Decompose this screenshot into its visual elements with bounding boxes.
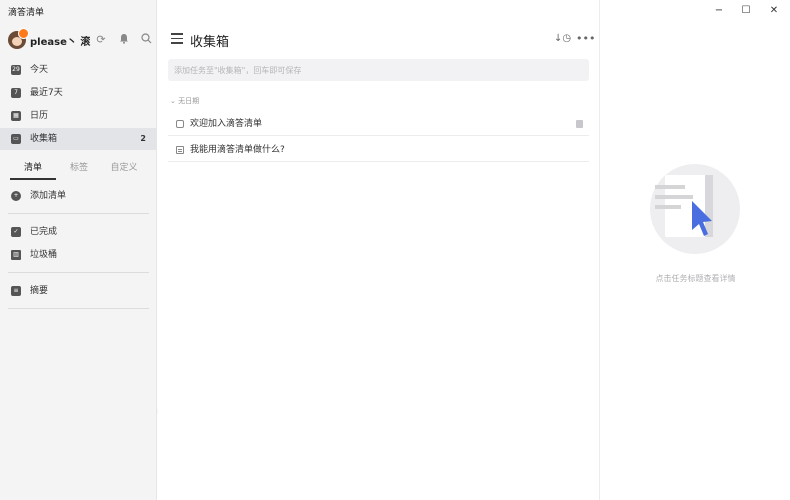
more-options-icon[interactable]: ••• [576,32,595,45]
tab-custom[interactable]: 自定义 [101,160,147,178]
avatar[interactable] [8,28,29,49]
bell-icon[interactable] [117,33,131,47]
summary-doc-icon: ≡ [11,286,21,296]
task-row[interactable]: 欢迎加入滴答清单 [168,114,589,136]
nav-item-next7days[interactable]: 7 最近7天 [0,82,157,104]
nav-item-label: 今天 [30,65,49,75]
page-title: 收集箱 [190,35,230,50]
add-list-button[interactable]: + 添加清单 [0,185,157,207]
calendar-icon: ▦ [11,111,21,121]
task-title[interactable]: 欢迎加入滴答清单 [190,114,262,134]
nav-item-trash[interactable]: ▥ 垃圾桶 [0,244,157,266]
nav-item-completed[interactable]: ✓ 已完成 [0,221,157,243]
calendar-day-icon: 29 [11,65,21,75]
inbox-icon: ▭ [11,134,21,144]
nav-item-label: 收集箱 [30,134,58,144]
main-panel: 收集箱 ↓◷ ••• ⌄ 无日期 欢迎加入滴答清单 我能用滴答清单做什么? [158,0,599,500]
notification-badge [18,28,29,39]
nav-item-label: 最近7天 [30,88,63,98]
empty-hint: 点击任务标题查看详情 [655,274,736,283]
note-checkbox-icon[interactable] [176,146,184,154]
nav-item-calendar[interactable]: ▦ 日历 [0,105,157,127]
user-row: please丶 滚 ⟳ [8,28,153,51]
menu-icon[interactable] [171,33,183,44]
add-circle-icon: + [11,191,21,201]
nav-item-inbox[interactable]: ▭ 收集箱 2 [0,128,157,150]
nav-item-label: 日历 [30,111,49,121]
empty-detail-illustration-icon [650,163,740,255]
nav-item-label: 摘要 [30,286,49,296]
note-icon [576,120,583,128]
chevron-down-icon: ⌄ [170,97,176,105]
username[interactable]: please丶 滚 [30,33,90,48]
detail-panel: − ☐ ✕ 点击任务标题查看详情 [599,0,790,500]
minimize-button[interactable]: − [713,5,725,16]
app-title: 滴答清单 [8,8,45,18]
nav-item-label: 已完成 [30,227,58,237]
divider [8,213,149,214]
nav-item-summary[interactable]: ≡ 摘要 [0,280,157,302]
count-badge: 2 [140,134,146,143]
close-button[interactable]: ✕ [768,5,780,16]
task-title[interactable]: 我能用滴答清单做什么? [190,140,285,160]
sort-icon[interactable]: ↓◷ [554,33,571,44]
task-row[interactable]: 我能用滴答清单做什么? [168,140,589,162]
task-checkbox[interactable] [176,120,184,128]
search-icon[interactable] [139,33,153,47]
section-label: 无日期 [178,97,200,105]
check-box-icon: ✓ [11,227,21,237]
list-tabs: 清单 标签 自定义 [10,160,147,180]
divider [8,272,149,273]
sync-icon[interactable]: ⟳ [94,33,108,47]
tab-tags[interactable]: 标签 [56,160,102,178]
trash-icon: ▥ [11,250,21,260]
tab-lists[interactable]: 清单 [10,160,56,180]
add-task-input[interactable] [168,59,589,81]
calendar-week-icon: 7 [11,88,21,98]
sidebar: 滴答清单 please丶 滚 ⟳ 29 今天 7 最近7天 ▦ 日历 ▭ 收集箱… [0,0,157,500]
divider [8,308,149,309]
maximize-button[interactable]: ☐ [740,5,752,16]
section-header[interactable]: ⌄ 无日期 [170,96,199,106]
nav-item-today[interactable]: 29 今天 [0,59,157,81]
nav-item-label: 垃圾桶 [30,250,58,260]
add-list-label: 添加清单 [30,191,67,201]
